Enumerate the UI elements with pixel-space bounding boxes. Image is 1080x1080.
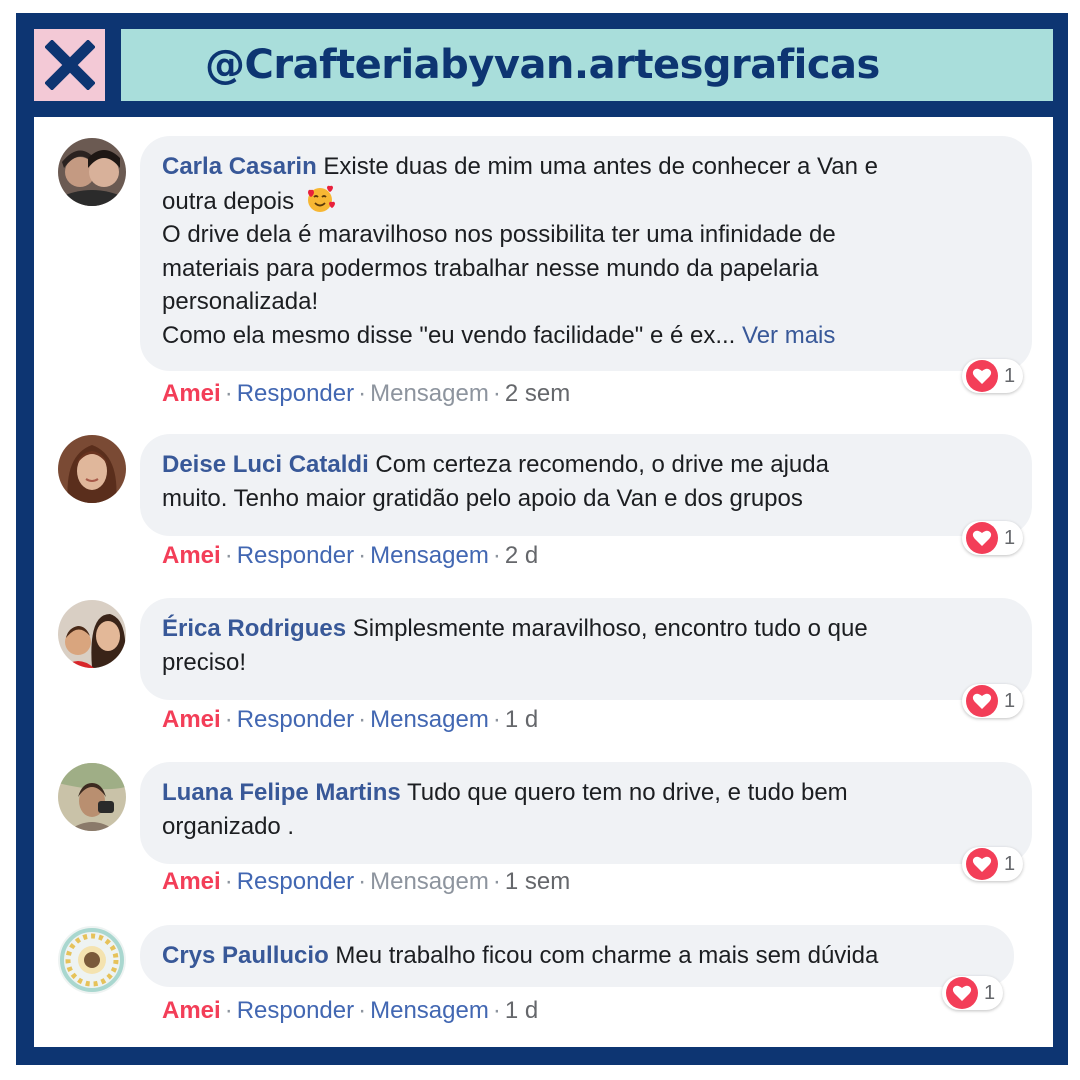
reaction-count: 1 xyxy=(1004,364,1016,387)
close-button[interactable] xyxy=(34,29,105,101)
comments-panel: Carla Casarin Existe duas de mim uma ant… xyxy=(34,117,1053,1047)
comment-text: personalizada! xyxy=(162,288,319,315)
comment-text: muito. Tenho maior gratidão pelo apoio d… xyxy=(162,484,803,512)
comment-actions: Amei · Responder · Mensagem · 1 d xyxy=(162,706,539,733)
reply-button[interactable]: Responder xyxy=(237,542,354,569)
reaction-badge[interactable]: 1 xyxy=(962,359,1024,393)
comment-actions: Amei · Responder · Mensagem · 1 d xyxy=(162,997,539,1024)
comment-text: Com certeza recomendo, o drive me ajuda xyxy=(375,451,829,478)
comment-bubble: Deise Luci Cataldi Com certeza recomendo… xyxy=(140,434,1032,536)
comment-author[interactable]: Luana Felipe Martins xyxy=(162,779,401,806)
love-reaction-icon xyxy=(946,977,978,1009)
avatar[interactable] xyxy=(58,763,126,831)
timestamp[interactable]: 1 d xyxy=(505,706,538,733)
comment-text: organizado . xyxy=(162,812,295,840)
message-button[interactable]: Mensagem xyxy=(370,706,489,733)
comment-bubble: Érica Rodrigues Simplesmente maravilhoso… xyxy=(140,598,1032,700)
reply-button[interactable]: Responder xyxy=(237,380,354,407)
love-button[interactable]: Amei xyxy=(162,997,221,1024)
reaction-count: 1 xyxy=(1004,852,1016,875)
comment-author[interactable]: Crys Paullucio xyxy=(162,942,329,969)
reply-button[interactable]: Responder xyxy=(237,997,354,1024)
love-reaction-icon xyxy=(966,522,998,554)
reply-button[interactable]: Responder xyxy=(237,868,354,895)
comment-bubble: Carla Casarin Existe duas de mim uma ant… xyxy=(140,136,1032,371)
comment-author[interactable]: Érica Rodrigues xyxy=(162,615,346,642)
timestamp[interactable]: 2 sem xyxy=(505,380,570,407)
avatar-photo xyxy=(58,435,126,503)
avatar[interactable] xyxy=(58,435,126,503)
reaction-count: 1 xyxy=(1004,689,1016,712)
comment-text: outra depois xyxy=(162,187,295,215)
reaction-badge[interactable]: 1 xyxy=(962,847,1024,881)
comment-bubble: Crys Paullucio Meu trabalho ficou com ch… xyxy=(140,925,1014,987)
love-button[interactable]: Amei xyxy=(162,380,221,407)
comment-actions: Amei · Responder · Mensagem · 1 sem xyxy=(162,868,571,895)
avatar[interactable] xyxy=(58,926,126,994)
see-more-link[interactable]: Ver mais xyxy=(742,322,835,349)
page-title: @Crafteriabyvan.artesgraficas xyxy=(205,42,880,88)
avatar-photo xyxy=(58,926,126,994)
reaction-badge[interactable]: 1 xyxy=(962,684,1024,718)
reply-button[interactable]: Responder xyxy=(237,706,354,733)
avatar[interactable] xyxy=(58,138,126,206)
comment-text: materiais para podermos trabalhar nesse … xyxy=(162,254,819,282)
smiling-face-with-hearts-icon xyxy=(307,185,335,212)
comment-text: preciso! xyxy=(162,648,247,676)
comment-text: Tudo que quero tem no drive, e tudo bem xyxy=(406,779,848,806)
reaction-badge[interactable]: 1 xyxy=(962,521,1024,555)
comment-author[interactable]: Carla Casarin xyxy=(162,153,317,180)
love-reaction-icon xyxy=(966,685,998,717)
header-bar: @Crafteriabyvan.artesgraficas xyxy=(121,29,1053,101)
avatar[interactable] xyxy=(58,600,126,668)
avatar-photo xyxy=(58,138,126,206)
comment-bubble: Luana Felipe Martins Tudo que quero tem … xyxy=(140,762,1032,864)
timestamp[interactable]: 2 d xyxy=(505,542,538,569)
comment-actions: Amei · Responder · Mensagem · 2 d xyxy=(162,542,539,569)
comment-author[interactable]: Deise Luci Cataldi xyxy=(162,451,369,478)
reaction-badge[interactable]: 1 xyxy=(942,976,1004,1010)
close-icon xyxy=(44,40,95,90)
avatar-photo xyxy=(58,763,126,831)
message-button[interactable]: Mensagem xyxy=(370,997,489,1024)
avatar-photo xyxy=(58,600,126,668)
timestamp[interactable]: 1 d xyxy=(505,997,538,1024)
message-button[interactable]: Mensagem xyxy=(370,542,489,569)
comment-text: Meu trabalho ficou com charme a mais sem… xyxy=(335,942,879,969)
timestamp[interactable]: 1 sem xyxy=(505,868,570,895)
love-button[interactable]: Amei xyxy=(162,542,221,569)
comment-actions: Amei · Responder · Mensagem · 2 sem xyxy=(162,380,571,407)
love-reaction-icon xyxy=(966,848,998,880)
comment-text: O drive dela é maravilhoso nos possibili… xyxy=(162,221,836,248)
reaction-count: 1 xyxy=(1004,526,1016,549)
love-reaction-icon xyxy=(966,360,998,392)
love-button[interactable]: Amei xyxy=(162,868,221,895)
message-button[interactable]: Mensagem xyxy=(370,868,489,895)
reaction-count: 1 xyxy=(984,981,996,1004)
comment-text: Como ela mesmo disse "eu vendo facilidad… xyxy=(162,321,736,349)
comment-text: Existe duas de mim uma antes de conhecer… xyxy=(323,153,878,180)
comment-text: Simplesmente maravilhoso, encontro tudo … xyxy=(352,615,868,642)
love-button[interactable]: Amei xyxy=(162,706,221,733)
message-button[interactable]: Mensagem xyxy=(370,380,489,407)
